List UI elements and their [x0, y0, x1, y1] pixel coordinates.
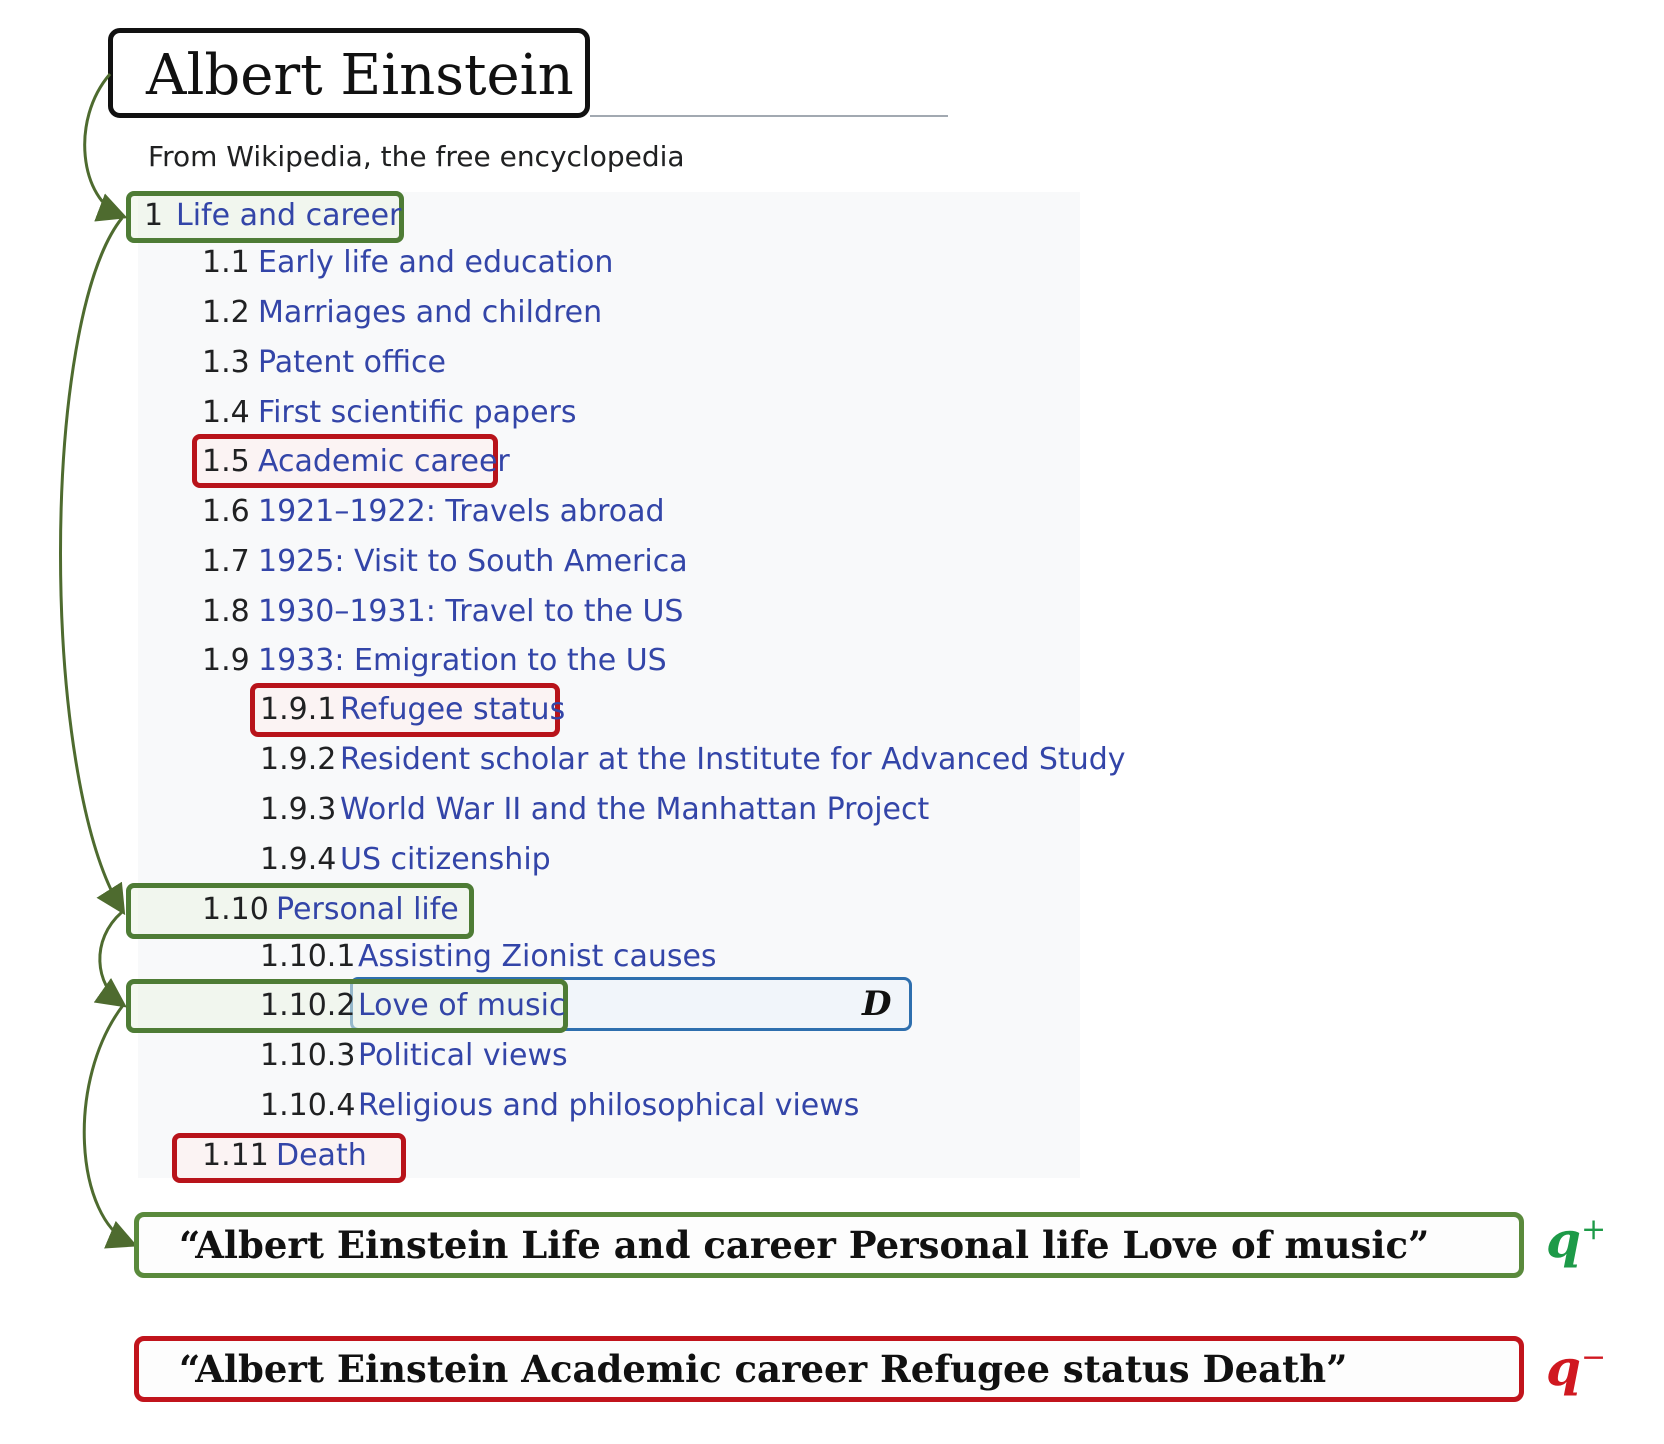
- arrow-life-and-career-to-personal-life: [59, 217, 126, 916]
- negative-query-symbol: q: [1546, 1338, 1581, 1397]
- positive-query-label: q+: [1546, 1212, 1606, 1268]
- negative-query-sign: −: [1580, 1340, 1607, 1375]
- positive-query-text: “Albert Einstein Life and career Persona…: [179, 1223, 1430, 1267]
- arrow-personal-life-to-love-of-music: [93, 910, 127, 1008]
- negative-query-label: q−: [1546, 1340, 1606, 1396]
- positive-query-sign: +: [1580, 1212, 1607, 1247]
- arrow-title-to-life-and-career: [83, 73, 128, 222]
- positive-query-box: “Albert Einstein Life and career Persona…: [134, 1212, 1524, 1278]
- negative-query-box: “Albert Einstein Academic career Refugee…: [134, 1336, 1524, 1402]
- positive-query-symbol: q: [1546, 1210, 1581, 1269]
- negative-query-text: “Albert Einstein Academic career Refugee…: [179, 1347, 1348, 1391]
- arrow-love-of-music-to-query: [82, 1003, 138, 1249]
